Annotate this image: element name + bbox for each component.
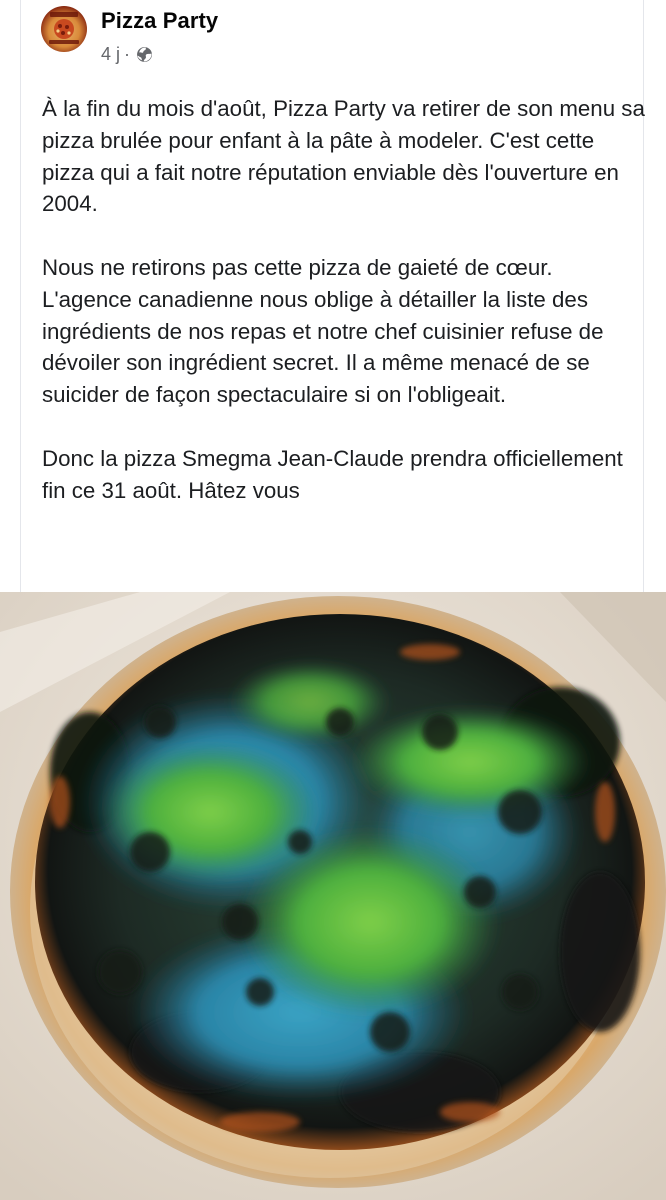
- meta-separator: ·: [124, 44, 131, 64]
- page-avatar[interactable]: [41, 6, 87, 52]
- post-paragraph-3: Donc la pizza Smegma Jean-Claude prendra…: [42, 445, 623, 503]
- post-timestamp[interactable]: 4 j: [101, 44, 120, 65]
- post-card: Pizza Party 4 j · À la fin du mois d'aoû…: [20, 0, 647, 592]
- post-photo[interactable]: [0, 592, 666, 1200]
- globe-icon[interactable]: [136, 46, 153, 63]
- pizza-party-logo: [49, 12, 79, 44]
- post-paragraph-2: Nous ne retirons pas cette pizza de gaie…: [42, 254, 604, 408]
- post-text: À la fin du mois d'août, Pizza Party va …: [42, 93, 647, 538]
- post-meta: 4 j ·: [101, 44, 153, 65]
- burnt-pizza-image: [0, 592, 666, 1200]
- page-name[interactable]: Pizza Party: [101, 8, 218, 34]
- post-paragraph-1: À la fin du mois d'août, Pizza Party va …: [42, 96, 645, 217]
